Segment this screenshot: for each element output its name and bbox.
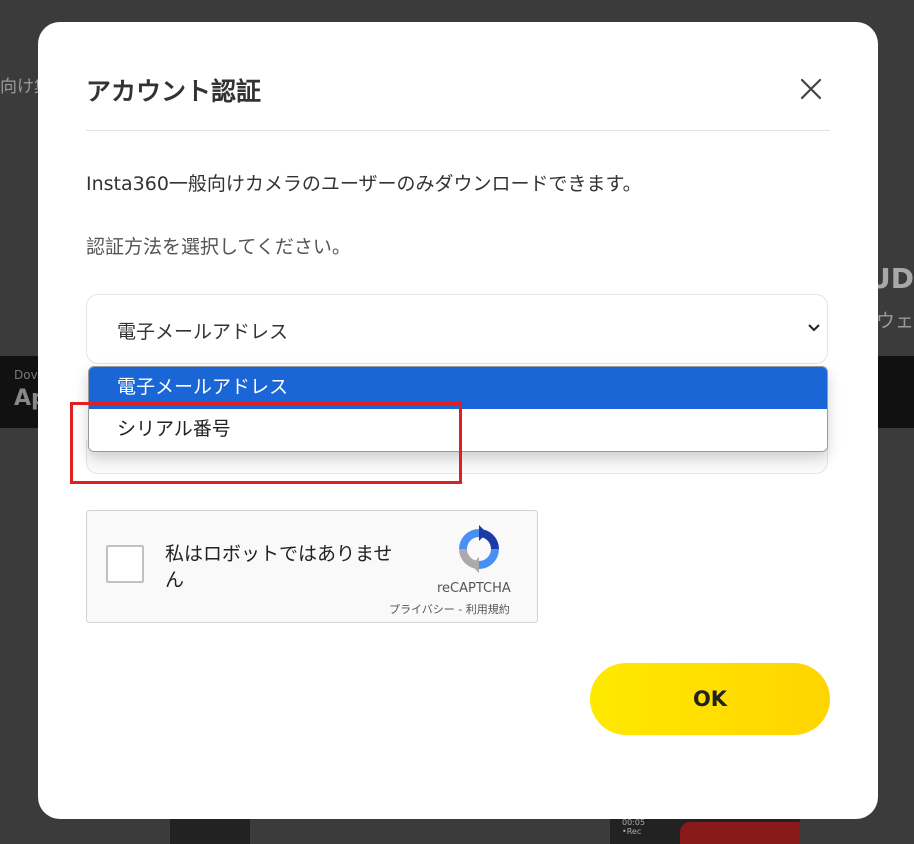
recaptcha-logo-icon: [459, 525, 499, 573]
recaptcha-privacy-terms-links[interactable]: プライバシー - 利用規約: [389, 601, 510, 617]
select-current-value: 電子メールアドレス: [117, 321, 289, 343]
verification-method-select[interactable]: 電子メールアドレス: [86, 294, 828, 364]
recaptcha-checkbox[interactable]: [106, 545, 144, 583]
title-divider: [86, 130, 830, 131]
chevron-down-icon: [808, 324, 820, 332]
recaptcha-label: 私はロボットではありません: [165, 543, 393, 591]
ok-button[interactable]: OK: [590, 663, 830, 735]
dialog-instruction: 認証方法を選択してください。: [86, 236, 351, 258]
background-subtext-right: ウェ: [875, 310, 914, 332]
background-band-small-text: Dov: [14, 368, 38, 382]
dialog-title: アカウント認証: [86, 77, 262, 106]
background-camera-screen-text: 00:05 •Rec: [622, 818, 646, 836]
recaptcha-widget: 私はロボットではありません reCAPTCHA プライバシー - 利用規約: [86, 510, 538, 623]
annotation-highlight-box: [70, 402, 462, 484]
close-icon: [800, 78, 822, 100]
recaptcha-brand: reCAPTCHA: [437, 581, 511, 596]
dialog-description: Insta360一般向けカメラのユーザーのみダウンロードできます。: [86, 173, 642, 195]
account-verification-dialog: アカウント認証 Insta360一般向けカメラのユーザーのみダウンロードできます…: [38, 22, 878, 819]
close-button[interactable]: [796, 74, 826, 104]
background-camera-image-2: 00:05 •Rec: [610, 816, 800, 844]
background-camera-image-1: [170, 816, 250, 844]
